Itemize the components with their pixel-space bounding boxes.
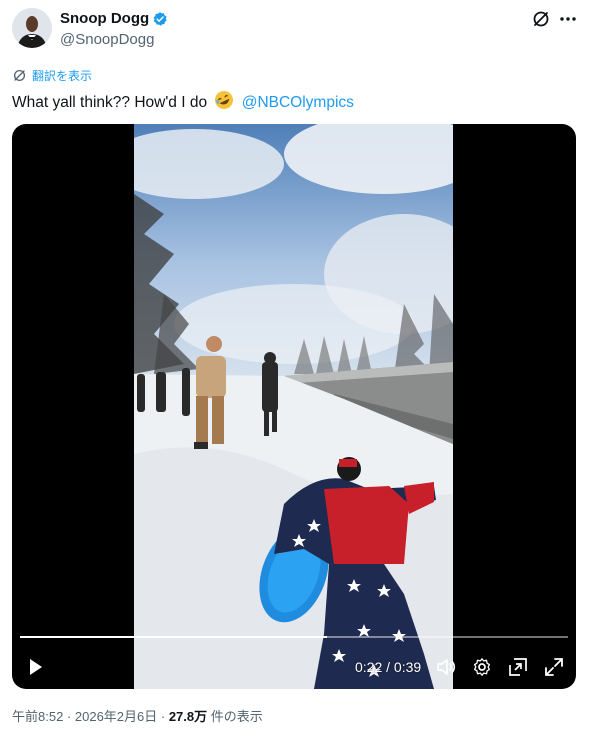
video-player[interactable]: 0:22 / 0:39	[12, 124, 576, 689]
avatar[interactable]	[12, 8, 52, 48]
grok-translate-icon	[13, 69, 26, 81]
translate-link[interactable]: 翻訳を表示	[12, 67, 92, 83]
picture-in-picture-icon[interactable]	[507, 656, 529, 678]
volume-icon[interactable]	[435, 656, 457, 678]
grok-icon[interactable]	[531, 9, 551, 29]
tweet-meta: 午前8:52 · 2026年2月6日 · 27.8万 件の表示	[12, 708, 263, 726]
author-display-name[interactable]: Snoop Dogg	[60, 10, 149, 28]
meta-separator: ·	[157, 709, 169, 724]
fullscreen-icon[interactable]	[543, 656, 565, 678]
video-progress-bar[interactable]	[20, 636, 568, 638]
video-scene-image	[134, 124, 453, 689]
views-label: 件の表示	[207, 709, 263, 724]
rofl-emoji-icon	[215, 91, 234, 109]
more-options-icon[interactable]	[558, 9, 578, 29]
video-progress-fill	[20, 636, 327, 638]
video-duration: 0:39	[393, 659, 422, 675]
translate-label[interactable]: 翻訳を表示	[32, 67, 92, 84]
mention-link[interactable]: @NBCOlympics	[242, 94, 354, 111]
tweet-text-body: What yall think?? How'd I do	[12, 94, 208, 111]
settings-gear-icon[interactable]	[471, 656, 493, 678]
video-frame[interactable]	[134, 124, 453, 689]
meta-separator: ·	[63, 709, 75, 724]
post-date[interactable]: 2026年2月6日	[75, 709, 157, 724]
post-time[interactable]: 午前8:52	[12, 709, 63, 724]
avatar-image	[12, 8, 52, 48]
author-handle[interactable]: @SnoopDogg	[60, 31, 154, 49]
video-time-separator: /	[382, 659, 394, 675]
play-icon[interactable]	[24, 656, 46, 678]
tweet-text: What yall think?? How'd I do @NBCOlympic…	[12, 90, 354, 114]
video-current-time: 0:22	[355, 659, 383, 675]
verified-badge-icon[interactable]	[152, 11, 168, 27]
video-time: 0:22 / 0:39	[355, 657, 421, 677]
views-count: 27.8万	[168, 709, 208, 724]
